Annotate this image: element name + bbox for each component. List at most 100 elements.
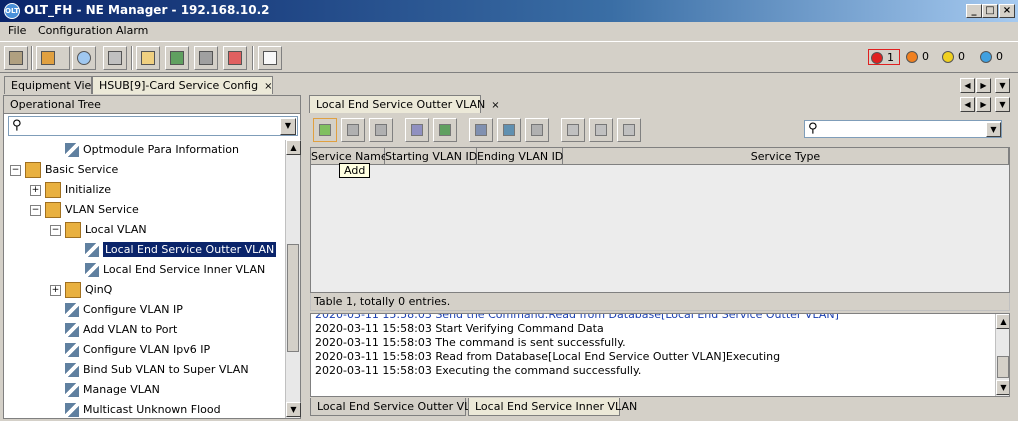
print-button[interactable]: [165, 46, 189, 70]
log-line: 2020-03-11 15:58:03 Send the Command:Rea…: [315, 313, 839, 321]
tree-node[interactable]: Local End Service Inner VLAN: [4, 260, 286, 280]
tree-node-label: VLAN Service: [65, 203, 139, 216]
scrollbar-thumb[interactable]: [287, 244, 299, 352]
export-icon: [623, 124, 635, 136]
printer-icon: [170, 51, 184, 65]
bottom-tab-outter-vlan[interactable]: Local End Service Outter VLAN: [310, 398, 486, 416]
tab-local-end-outter-vlan[interactable]: Local End Service Outter VLAN ×: [309, 95, 500, 113]
log-line: 2020-03-11 15:58:03 Executing the comman…: [315, 364, 642, 377]
alarm-warning[interactable]: 0: [978, 49, 1010, 65]
delete-button[interactable]: [341, 118, 365, 142]
tree-search-input[interactable]: ⚲: [8, 116, 298, 136]
search-dropdown-icon[interactable]: ▼: [986, 122, 1001, 137]
menu-alarm[interactable]: Alarm: [112, 24, 152, 37]
export-table-button[interactable]: [617, 118, 641, 142]
tab-scroll-left-icon[interactable]: ◀: [960, 78, 975, 93]
scrollbar-thumb[interactable]: [997, 356, 1009, 378]
tree-node[interactable]: − VLAN Service: [4, 200, 286, 220]
tab-label: Equipment View: [11, 79, 101, 92]
menu-file[interactable]: File: [4, 24, 30, 37]
scroll-down-icon[interactable]: ▼: [996, 380, 1009, 395]
table-toolbar: ⚲ ▼: [307, 115, 1011, 143]
close-tab-icon[interactable]: ×: [264, 81, 272, 92]
expand-icon[interactable]: +: [50, 284, 61, 296]
onu-button[interactable]: [103, 46, 127, 70]
bottom-tab-inner-vlan[interactable]: Local End Service Inner VLAN: [468, 398, 637, 416]
wrench-icon: [85, 263, 99, 277]
apply-button[interactable]: [561, 118, 585, 142]
export-button[interactable]: [194, 46, 218, 70]
tree-node[interactable]: Multicast Unknown Flood: [4, 400, 286, 420]
menu-bar: File Configuration Alarm: [0, 22, 1018, 41]
read-from-device-button[interactable]: [497, 118, 521, 142]
tree-node-label: Manage VLAN: [83, 383, 160, 396]
collapse-icon[interactable]: −: [30, 204, 41, 216]
scroll-up-icon[interactable]: ▲: [996, 314, 1009, 329]
scroll-down-icon[interactable]: ▼: [286, 402, 301, 417]
panel-title: Operational Tree: [10, 98, 101, 111]
tab-scroll-left-icon[interactable]: ◀: [960, 97, 975, 112]
settings-dropdown-button[interactable]: [36, 46, 70, 70]
tree-node[interactable]: + QinQ: [4, 280, 286, 300]
report-button[interactable]: [223, 46, 247, 70]
document-button[interactable]: [258, 46, 282, 70]
tab-scroll-right-icon[interactable]: ▶: [976, 78, 991, 93]
tree-node-label: Local VLAN: [85, 223, 147, 236]
search-icon: ⚲: [808, 121, 818, 136]
expand-icon[interactable]: +: [30, 184, 41, 196]
scroll-up-icon[interactable]: ▲: [286, 140, 301, 155]
tab-list-dropdown-icon[interactable]: ▼: [995, 97, 1010, 112]
edit-config-button[interactable]: [136, 46, 160, 70]
read-from-db-button[interactable]: [469, 118, 493, 142]
tree-node[interactable]: + Initialize: [4, 180, 286, 200]
tree-node[interactable]: − Local VLAN: [4, 220, 286, 240]
table-search-input[interactable]: ⚲ ▼: [804, 120, 1002, 138]
tree-node[interactable]: Optmodule Para Information: [4, 140, 286, 160]
column-header-service-type[interactable]: Service Type: [563, 148, 1009, 165]
search-dropdown-icon[interactable]: ▼: [280, 118, 296, 135]
modify-button[interactable]: [369, 118, 393, 142]
folder-icon: [65, 282, 81, 298]
pointer-icon: [567, 124, 579, 136]
tab-equipment-view[interactable]: Equipment View: [4, 76, 100, 94]
minor-alarm-icon: [942, 51, 954, 63]
alarm-minor[interactable]: 0: [940, 49, 972, 65]
folder-icon: [45, 182, 61, 198]
clock-icon: [77, 51, 91, 65]
column-header-ending-vlan[interactable]: Ending VLAN ID: [477, 148, 563, 165]
tab-label: HSUB[9]-Card Service Config: [99, 79, 259, 92]
log-scrollbar[interactable]: ▲ ▼: [995, 314, 1009, 396]
maximize-button[interactable]: □: [982, 4, 998, 18]
read-icon: [475, 124, 487, 136]
alarm-major[interactable]: 0: [904, 49, 936, 65]
import-button[interactable]: [589, 118, 613, 142]
minimize-button[interactable]: _: [966, 4, 982, 18]
collapse-icon[interactable]: −: [50, 224, 61, 236]
alarm-critical[interactable]: 1: [868, 49, 900, 65]
tree-node[interactable]: Add VLAN to Port: [4, 320, 286, 340]
tab-list-dropdown-icon[interactable]: ▼: [995, 78, 1010, 93]
close-button[interactable]: ×: [999, 4, 1015, 18]
add-button[interactable]: [313, 118, 337, 142]
tab-card-service-config[interactable]: HSUB[9]-Card Service Config ×: [92, 76, 273, 94]
tree-node[interactable]: Bind Sub VLAN to Super VLAN: [4, 360, 286, 380]
select-all-button[interactable]: [405, 118, 429, 142]
timer-button[interactable]: [72, 46, 96, 70]
critical-alarm-icon: [871, 52, 883, 64]
close-tab-icon[interactable]: ×: [491, 100, 499, 111]
column-header-starting-vlan[interactable]: Starting VLAN ID: [385, 148, 477, 165]
tree-node[interactable]: Configure VLAN IP: [4, 300, 286, 320]
tree-scrollbar[interactable]: ▲ ▼: [285, 140, 301, 418]
add-tooltip: Add: [339, 163, 371, 178]
tree-node[interactable]: Local End Service Outter VLAN: [4, 240, 286, 260]
tree-node[interactable]: Manage VLAN: [4, 380, 286, 400]
tree-node[interactable]: − Basic Service: [4, 160, 286, 180]
tree-node[interactable]: Configure VLAN Ipv6 IP: [4, 340, 286, 360]
refresh-button[interactable]: [4, 46, 28, 70]
title-bar: OLT OLT_FH - NE Manager - 192.168.10.2 _…: [0, 0, 1018, 22]
tab-scroll-right-icon[interactable]: ▶: [976, 97, 991, 112]
collapse-icon[interactable]: −: [10, 164, 21, 176]
menu-configuration[interactable]: Configuration: [34, 24, 117, 37]
save-to-db-button[interactable]: [433, 118, 457, 142]
write-to-device-button[interactable]: [525, 118, 549, 142]
